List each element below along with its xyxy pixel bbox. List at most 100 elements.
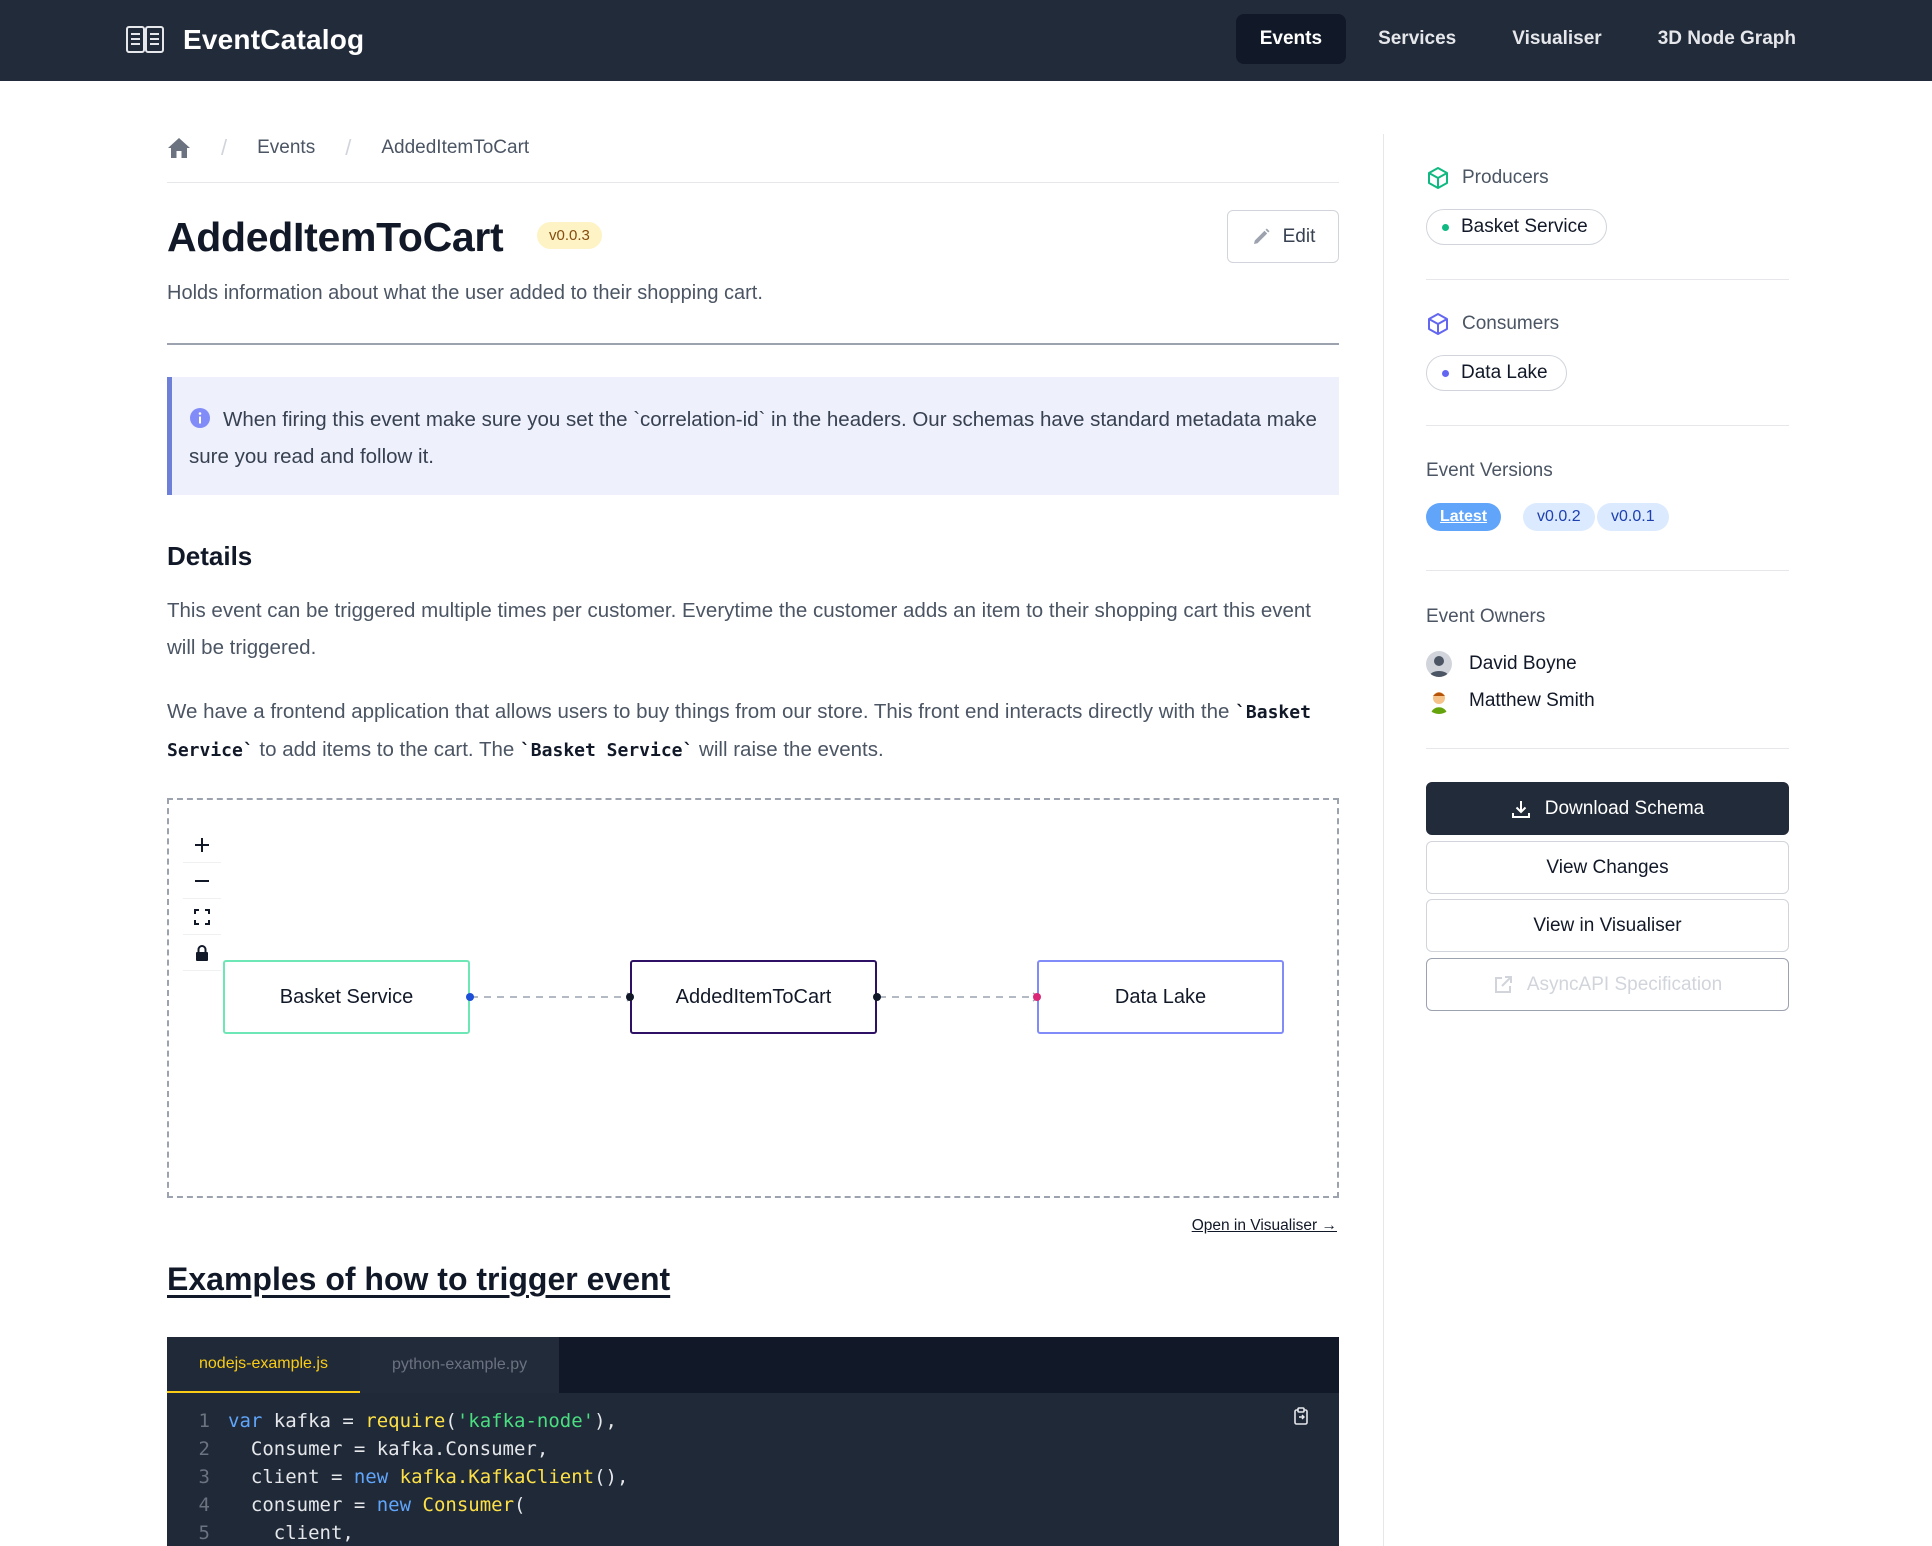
flow-node-event[interactable]: AddedItemToCart — [630, 960, 877, 1034]
download-schema-label: Download Schema — [1544, 797, 1705, 819]
node-handle[interactable] — [466, 993, 474, 1001]
line-number: 2 — [198, 1438, 210, 1460]
callout-text: When firing this event make sure you set… — [189, 408, 1317, 468]
breadcrumb-events[interactable]: Events — [257, 137, 315, 159]
nav-events[interactable]: Events — [1235, 14, 1347, 64]
info-callout: When firing this event make sure you set… — [167, 377, 1339, 495]
avatar — [1426, 688, 1452, 714]
home-icon[interactable] — [167, 137, 191, 159]
divider — [1426, 425, 1789, 426]
details-heading: Details — [167, 541, 253, 571]
download-icon — [1511, 800, 1530, 818]
code-text: consumer = new Consumer( — [228, 1494, 526, 1516]
details-paragraph: We have a frontend application that allo… — [167, 693, 1339, 769]
nav-3d-node-graph[interactable]: 3D Node Graph — [1634, 14, 1820, 64]
code-line: 3 client = new kafka.KafkaClient(), — [167, 1463, 1339, 1491]
code-text: var kafka = require('kafka-node'), — [228, 1410, 617, 1432]
sidebar-divider — [1383, 134, 1384, 1546]
code-line: 1 var kafka = require('kafka-node'), — [167, 1407, 1339, 1435]
divider — [167, 343, 1339, 345]
asyncapi-spec-label: AsyncAPI Specification — [1526, 973, 1723, 995]
consumers-heading: Consumers — [1426, 312, 1559, 336]
version-tag[interactable]: v0.0.1 — [1597, 503, 1669, 531]
version-tag[interactable]: v0.0.2 — [1523, 503, 1595, 531]
line-number: 5 — [198, 1522, 210, 1544]
code-line: 5 client, — [167, 1519, 1339, 1546]
book-logo-icon — [126, 26, 164, 53]
download-schema-button[interactable]: Download Schema — [1426, 782, 1789, 835]
owner-item[interactable]: David Boyne — [1426, 651, 1577, 677]
asyncapi-spec-button[interactable]: AsyncAPI Specification — [1426, 958, 1789, 1011]
line-number: 4 — [198, 1494, 210, 1516]
open-in-visualiser-link[interactable]: Open in Visualiser → — [1192, 1217, 1337, 1235]
breadcrumb-separator: / — [345, 135, 352, 160]
code-block: 1 var kafka = require('kafka-node'), 2 Co… — [167, 1393, 1339, 1546]
line-number: 3 — [198, 1466, 210, 1488]
node-handle[interactable] — [873, 993, 881, 1001]
code-text: Consumer = kafka.Consumer, — [228, 1438, 549, 1460]
external-link-icon — [1494, 975, 1512, 993]
inline-code: `Basket Service` — [519, 740, 694, 761]
producer-name: Basket Service — [1461, 216, 1588, 237]
owner-item[interactable]: Matthew Smith — [1426, 688, 1595, 714]
owners-heading: Event Owners — [1426, 606, 1546, 627]
version-tag-latest[interactable]: Latest — [1426, 503, 1502, 531]
breadcrumb: / Events / AddedItemToCart — [167, 133, 529, 163]
event-summary: Holds information about what the user ad… — [167, 282, 763, 304]
details-paragraph: This event can be triggered multiple tim… — [167, 599, 1311, 659]
code-line: 4 consumer = new Consumer( — [167, 1491, 1339, 1519]
status-dot — [1442, 223, 1449, 231]
cube-icon — [1428, 313, 1448, 335]
breadcrumb-current[interactable]: AddedItemToCart — [381, 137, 529, 159]
tab-python-example[interactable]: python-example.py — [359, 1337, 560, 1393]
divider — [167, 182, 1339, 183]
divider — [1426, 279, 1789, 280]
nav-services[interactable]: Services — [1354, 14, 1480, 64]
title-row: AddedItemToCart v0.0.3 Edit — [167, 210, 1339, 270]
top-navbar: EventCatalog Events Services Visualiser … — [0, 0, 1932, 81]
brand[interactable]: EventCatalog — [125, 20, 364, 60]
consumer-name: Data Lake — [1461, 362, 1548, 383]
divider — [1426, 748, 1789, 749]
edit-label: Edit — [1282, 225, 1316, 247]
flow-diagram[interactable]: Basket Service AddedItemToCart Data Lake — [167, 798, 1339, 1198]
consumer-pill[interactable]: Data Lake — [1426, 355, 1567, 391]
producer-pill[interactable]: Basket Service — [1426, 209, 1607, 245]
version-badge: v0.0.3 — [537, 222, 602, 249]
code-example: nodejs-example.js python-example.py 1 var… — [167, 1337, 1339, 1546]
flow-node-consumer[interactable]: Data Lake — [1037, 960, 1284, 1034]
info-icon — [190, 408, 210, 428]
main-nav: Events Services Visualiser 3D Node Graph — [1235, 14, 1820, 64]
code-text: client = new kafka.KafkaClient(), — [228, 1466, 629, 1488]
paragraph-text: to add items to the cart. The — [253, 738, 520, 761]
brand-name: EventCatalog — [183, 24, 365, 55]
avatar — [1426, 651, 1452, 677]
tab-nodejs-example[interactable]: nodejs-example.js — [167, 1337, 360, 1393]
versions-heading: Event Versions — [1426, 460, 1553, 481]
view-in-visualiser-button[interactable]: View in Visualiser — [1426, 899, 1789, 952]
copy-icon[interactable] — [1293, 1407, 1309, 1425]
divider — [1426, 570, 1789, 571]
pencil-icon — [1253, 228, 1270, 244]
code-text: client, — [228, 1522, 354, 1544]
cube-icon — [1428, 167, 1448, 189]
producers-title: Producers — [1462, 167, 1549, 188]
edit-button[interactable]: Edit — [1227, 210, 1339, 263]
node-handle[interactable] — [1033, 993, 1041, 1001]
owner-name: David Boyne — [1469, 653, 1577, 674]
examples-heading: Examples of how to trigger event — [167, 1261, 671, 1297]
status-dot — [1442, 369, 1449, 377]
consumers-title: Consumers — [1462, 313, 1560, 334]
nav-visualiser[interactable]: Visualiser — [1488, 14, 1625, 64]
breadcrumb-separator: / — [221, 135, 228, 160]
paragraph-text: will raise the events. — [693, 738, 884, 761]
node-handle[interactable] — [626, 993, 634, 1001]
page-title: AddedItemToCart — [167, 214, 504, 260]
code-line: 2 Consumer = kafka.Consumer, — [167, 1435, 1339, 1463]
view-changes-button[interactable]: View Changes — [1426, 841, 1789, 894]
line-number: 1 — [198, 1410, 210, 1432]
code-tabs: nodejs-example.js python-example.py — [167, 1337, 1339, 1393]
flow-node-producer[interactable]: Basket Service — [223, 960, 470, 1034]
paragraph-text: We have a frontend application that allo… — [167, 700, 1236, 723]
producers-heading: Producers — [1426, 166, 1549, 190]
